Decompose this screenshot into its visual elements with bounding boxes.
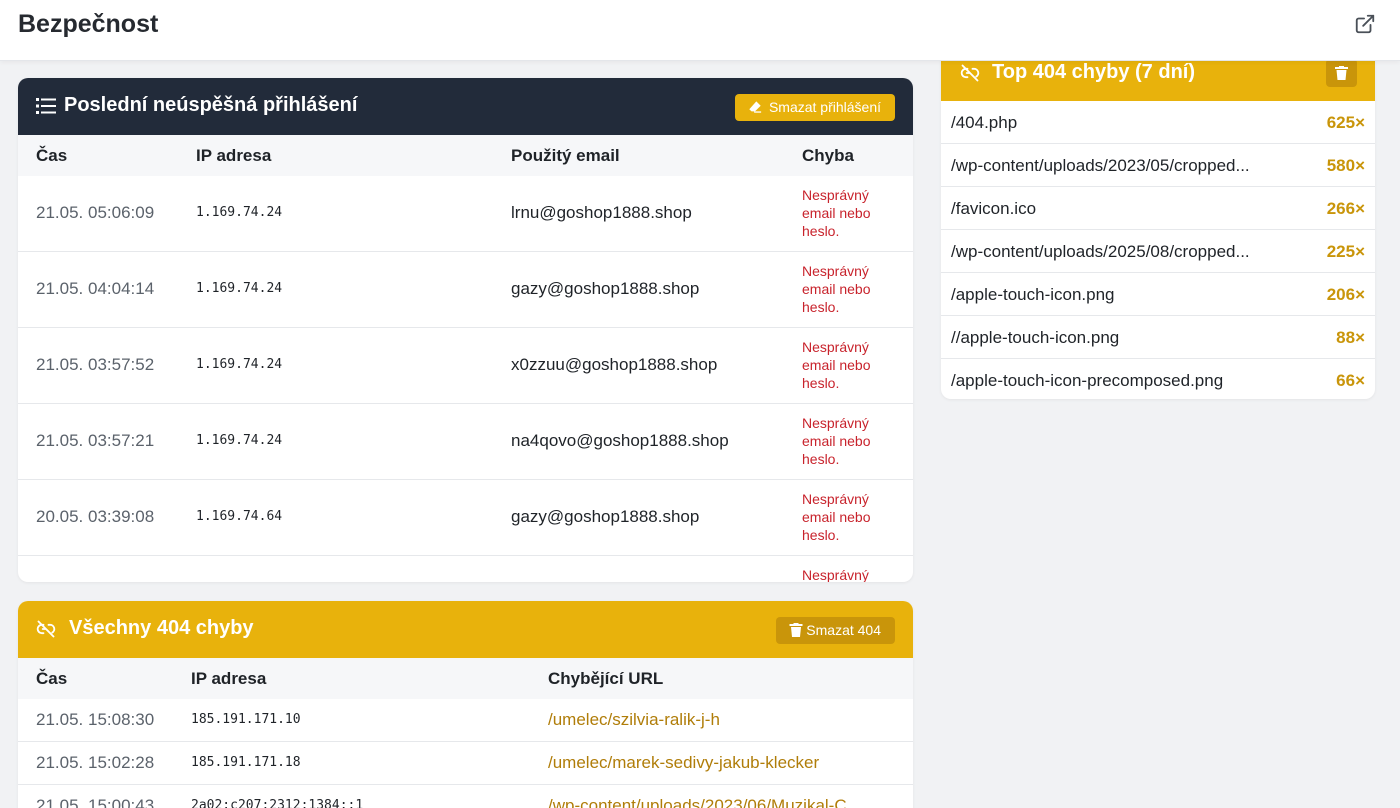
clear-logins-button[interactable]: Smazat přihlášení (734, 94, 895, 121)
row-ip: 1.169.74.64 (196, 509, 283, 524)
list-item[interactable]: /wp-content/uploads/2025/08/cropped... 2… (941, 230, 1375, 273)
clear-404-button[interactable]: Smazat 404 (776, 617, 895, 644)
row-time: 20.05. 03:39:08 (36, 507, 155, 526)
row-url-link[interactable]: /wp-content/uploads/2023/06/Muzikal-C (548, 796, 847, 808)
row-ip: 1.169.74.24 (196, 205, 283, 220)
col-time: Čas (36, 146, 68, 165)
row-time: 21.05. 15:02:28 (36, 753, 155, 772)
col-url: Chybějící URL (548, 669, 664, 688)
table-row: 21.05. 15:00:43 2a02:c207:2312:1384::1 /… (18, 785, 913, 808)
row-time: 21.05. 15:08:30 (36, 710, 155, 729)
row-time: 21.05. 03:57:21 (36, 431, 155, 450)
col-email: Použitý email (511, 146, 620, 165)
top404-url: /wp-content/uploads/2023/05/cropped... (951, 156, 1250, 175)
table-row: 21.05. 03:57:52 1.169.74.24 x0zzuu@gosho… (18, 328, 913, 404)
trash-icon (1335, 66, 1348, 80)
top404-count: 225× (1326, 242, 1365, 261)
failed-logins-header: Poslední neúspěšná přihlášení Smazat při… (18, 78, 913, 135)
top404-url: /404.php (951, 113, 1018, 132)
list-icon (36, 98, 56, 114)
row-error: Nesprávný email nebo heslo. (802, 491, 871, 543)
eraser-icon (749, 101, 762, 113)
top404-url: /apple-touch-icon.png (951, 285, 1115, 304)
top404-count: 266× (1326, 199, 1365, 218)
failed-logins-table-header: Čas IP adresa Použitý email Chyba (18, 135, 913, 176)
table-row: 21.05. 03:57:21 1.169.74.24 na4qovo@gosh… (18, 404, 913, 480)
row-ip: 1.169.74.24 (196, 433, 283, 448)
clear-logins-label: Smazat přihlášení (768, 99, 881, 115)
table-row: 21.05. 15:02:28 185.191.171.18 /umelec/m… (18, 742, 913, 785)
table-row: 21.05. 05:06:09 1.169.74.24 lrnu@goshop1… (18, 176, 913, 252)
table-row: 21.05. 15:08:30 185.191.171.10 /umelec/s… (18, 699, 913, 742)
row-email: gazy@goshop1888.shop (511, 279, 700, 298)
list-item[interactable]: /wp-content/uploads/2023/05/cropped... 5… (941, 144, 1375, 187)
top404-count: 580× (1326, 156, 1365, 175)
row-ip: 2a02:c207:2312:1384::1 (191, 798, 364, 808)
top404-count: 88× (1336, 328, 1365, 347)
table-row: 20.05. 03:39:08 1.169.74.64 gazy@goshop1… (18, 480, 913, 556)
row-error: Nesprávný email nebo heslo. (802, 339, 871, 391)
row-ip: 1.169.74.24 (196, 281, 283, 296)
top404-url: /apple-touch-icon-precomposed.png (951, 371, 1224, 390)
top404-count: 625× (1326, 113, 1365, 132)
page-title: Bezpečnost (18, 10, 159, 38)
top404-card: Top 404 chyby (7 dní) /404.php 625× /wp-… (941, 44, 1375, 399)
top404-url: //apple-touch-icon.png (951, 328, 1120, 347)
row-error: Nesprávný email nebo heslo. (802, 187, 871, 239)
top404-count: 206× (1326, 285, 1365, 304)
col-ip: IP adresa (196, 146, 272, 165)
top-bar: Bezpečnost (0, 0, 1400, 61)
failed-logins-title: Poslední neúspěšná přihlášení (64, 94, 358, 116)
col-error: Chyba (802, 146, 854, 165)
clear-top404-button[interactable] (1326, 59, 1357, 87)
external-link-icon[interactable] (1354, 13, 1376, 35)
list-item[interactable]: /apple-touch-icon.png 206× (941, 273, 1375, 316)
row-error: Nesprávný email nebo heslo. (802, 263, 871, 315)
row-ip: 1.169.74.24 (196, 357, 283, 372)
row-error: Nesprávný email nebo heslo. (802, 415, 871, 467)
clear-404-label: Smazat 404 (806, 622, 881, 638)
unlink-icon (36, 620, 56, 638)
table-row: 21.05. 04:04:14 1.169.74.24 gazy@goshop1… (18, 252, 913, 328)
col-ip: IP adresa (191, 669, 267, 688)
top404-url: /wp-content/uploads/2025/08/cropped... (951, 242, 1250, 261)
col-time: Čas (36, 669, 68, 688)
row-url-link[interactable]: /umelec/szilvia-ralik-j-h (548, 710, 720, 730)
all404-title: Všechny 404 chyby (69, 617, 254, 639)
row-time: 21.05. 15:00:43 (36, 796, 155, 808)
row-ip: 185.191.171.10 (191, 712, 301, 727)
row-error: Nesprávný (802, 567, 869, 582)
row-time: 21.05. 03:57:52 (36, 355, 155, 374)
trash-icon (789, 623, 803, 637)
all404-table-header: Čas IP adresa Chybějící URL (18, 658, 913, 699)
row-time: 21.05. 04:04:14 (36, 279, 155, 298)
row-url-link[interactable]: /umelec/marek-sedivy-jakub-klecker (548, 753, 819, 773)
row-time: 21.05. 05:06:09 (36, 203, 155, 222)
top404-count: 66× (1336, 371, 1365, 390)
unlink-icon (960, 64, 980, 82)
row-email: na4qovo@goshop1888.shop (511, 431, 729, 450)
top404-url: /favicon.ico (951, 199, 1037, 218)
list-item[interactable]: /favicon.ico 266× (941, 187, 1375, 230)
all404-header: Všechny 404 chyby Smazat 404 (18, 601, 913, 658)
row-email: x0zzuu@goshop1888.shop (511, 355, 718, 374)
list-item[interactable]: /404.php 625× (941, 101, 1375, 144)
row-email: gazy@goshop1888.shop (511, 507, 700, 526)
failed-logins-card: Poslední neúspěšná přihlášení Smazat při… (18, 78, 913, 582)
list-item[interactable]: /apple-touch-icon-precomposed.png 66× (941, 359, 1375, 399)
list-item[interactable]: //apple-touch-icon.png 88× (941, 316, 1375, 359)
row-ip: 185.191.171.18 (191, 755, 301, 770)
table-row: Nesprávný (18, 556, 913, 582)
top404-title: Top 404 chyby (7 dní) (992, 61, 1195, 83)
all404-card: Všechny 404 chyby Smazat 404 Čas IP adre… (18, 601, 913, 808)
row-email: lrnu@goshop1888.shop (511, 203, 692, 222)
